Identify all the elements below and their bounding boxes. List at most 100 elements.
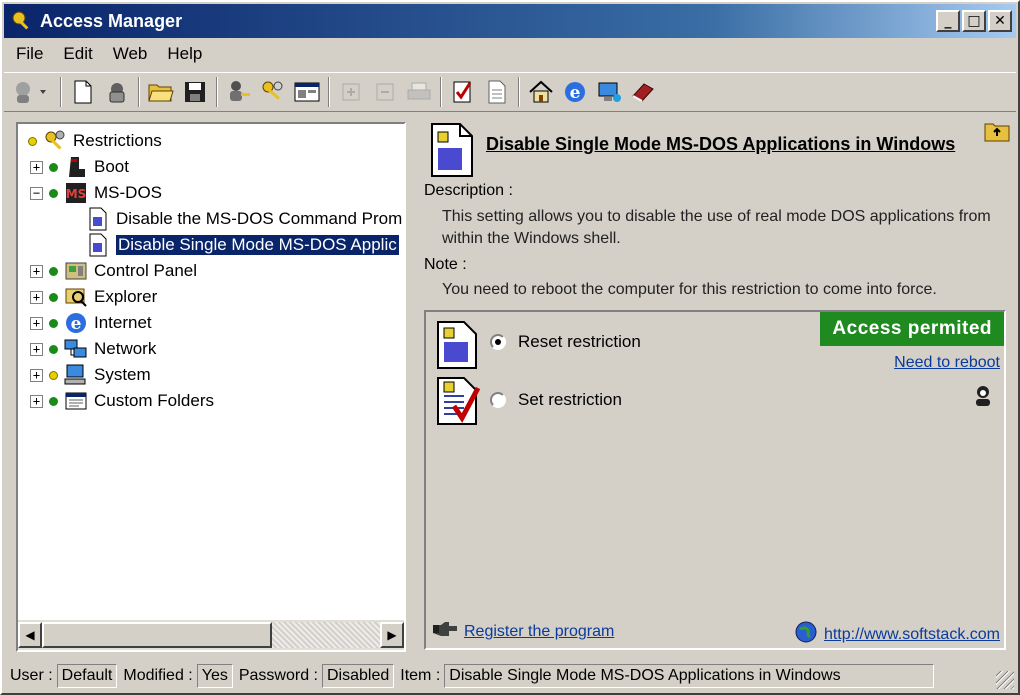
status-modified-label: Modified : bbox=[123, 667, 193, 684]
internet-explorer-icon[interactable]: e bbox=[560, 77, 590, 107]
folder-up-icon[interactable] bbox=[984, 120, 1010, 147]
tree-item-internet[interactable]: + e Internet bbox=[30, 310, 152, 336]
menu-bar: File Edit Web Help bbox=[6, 40, 212, 68]
set-restriction-label: Set restriction bbox=[518, 390, 622, 409]
set-checklist-icon bbox=[436, 376, 482, 433]
tree-item-disable-command-prompt[interactable]: Disable the MS-DOS Command Prom bbox=[86, 206, 402, 232]
pointing-hand-icon bbox=[432, 620, 458, 643]
tree-item-label-selected: Disable Single Mode MS-DOS Applic bbox=[116, 235, 399, 255]
expand-toggle[interactable]: + bbox=[30, 264, 43, 278]
control-panel-icon bbox=[64, 259, 88, 283]
tree-root-label: Restrictions bbox=[73, 131, 162, 150]
window-list-icon[interactable] bbox=[292, 77, 322, 107]
tree-item-label: Custom Folders bbox=[94, 391, 214, 410]
detail-panel: Disable Single Mode MS-DOS Applications … bbox=[416, 114, 1016, 654]
msdos-icon: MS bbox=[64, 181, 88, 205]
system-icon bbox=[64, 363, 88, 387]
scroll-thumb[interactable] bbox=[42, 622, 272, 648]
tree-item-label: MS-DOS bbox=[94, 183, 162, 202]
properties-icon[interactable] bbox=[482, 77, 512, 107]
network-icon bbox=[64, 337, 88, 361]
tree-item-disable-single-mode[interactable]: Disable Single Mode MS-DOS Applic bbox=[86, 232, 399, 258]
set-restriction-radio[interactable] bbox=[490, 392, 506, 408]
status-user-label: User : bbox=[10, 667, 53, 684]
explorer-icon bbox=[64, 285, 88, 309]
status-modified-value: Yes bbox=[196, 664, 233, 688]
lock-icon[interactable] bbox=[102, 77, 132, 107]
restrictions-tree[interactable]: Restrictions + Boot − MS MS-DOS Disable … bbox=[16, 122, 406, 652]
window-title: Access Manager bbox=[40, 10, 183, 31]
add-item-icon[interactable] bbox=[336, 77, 366, 107]
expand-toggle[interactable]: + bbox=[30, 342, 43, 356]
tree-item-system[interactable]: + System bbox=[30, 362, 151, 388]
remove-item-icon[interactable] bbox=[370, 77, 400, 107]
svg-text:e: e bbox=[570, 83, 581, 103]
description-label: Description : bbox=[424, 182, 513, 199]
maximize-button[interactable]: □ bbox=[962, 10, 986, 32]
user-key-icon[interactable] bbox=[224, 77, 254, 107]
home-icon[interactable] bbox=[526, 77, 556, 107]
status-password-value: Disabled bbox=[322, 664, 395, 688]
checklist-icon[interactable] bbox=[448, 77, 478, 107]
window-controls: _ □ ✕ bbox=[936, 10, 1012, 32]
toolbar-separator bbox=[440, 77, 442, 107]
expand-toggle[interactable]: + bbox=[30, 160, 43, 174]
resize-grip[interactable] bbox=[996, 671, 1014, 689]
restriction-document-icon bbox=[430, 122, 474, 183]
expand-toggle[interactable]: + bbox=[30, 316, 43, 330]
scroll-right-button[interactable]: ▶ bbox=[380, 622, 404, 648]
set-restriction-option[interactable]: Set restriction bbox=[490, 390, 622, 410]
app-window: Access Manager _ □ ✕ File Edit Web Help bbox=[0, 0, 1020, 695]
menu-file[interactable]: File bbox=[6, 44, 53, 64]
menu-help[interactable]: Help bbox=[157, 44, 212, 64]
scroll-left-button[interactable]: ◀ bbox=[18, 622, 42, 648]
reset-restriction-radio[interactable] bbox=[490, 334, 506, 350]
toolbar-separator bbox=[518, 77, 520, 107]
expand-toggle[interactable]: + bbox=[30, 368, 43, 382]
note-text: You need to reboot the computer for this… bbox=[442, 281, 937, 298]
minimize-button[interactable]: _ bbox=[936, 10, 960, 32]
tree-item-label: System bbox=[94, 365, 151, 384]
website-link[interactable]: http://www.softstack.com bbox=[824, 626, 1000, 644]
menu-web[interactable]: Web bbox=[103, 44, 158, 64]
need-to-reboot-link[interactable]: Need to reboot bbox=[894, 354, 1000, 372]
globe-icon bbox=[794, 620, 818, 649]
network-computer-icon[interactable] bbox=[594, 77, 624, 107]
open-folder-icon[interactable] bbox=[146, 77, 176, 107]
user-dropdown-button[interactable] bbox=[10, 77, 54, 107]
reset-document-icon bbox=[436, 320, 478, 375]
document-icon bbox=[86, 207, 110, 231]
access-status-badge: Access permited bbox=[820, 312, 1004, 346]
expand-toggle[interactable]: + bbox=[30, 394, 43, 408]
reset-restriction-option[interactable]: Reset restriction bbox=[490, 332, 641, 352]
register-program-link[interactable]: Register the program bbox=[464, 623, 614, 641]
scroll-track[interactable] bbox=[272, 622, 380, 648]
restriction-title: Disable Single Mode MS-DOS Applications … bbox=[486, 134, 956, 154]
keys-icon[interactable] bbox=[258, 77, 288, 107]
new-document-icon[interactable] bbox=[68, 77, 98, 107]
close-button[interactable]: ✕ bbox=[988, 10, 1012, 32]
status-bar: User : Default Modified : Yes Password :… bbox=[4, 661, 1016, 691]
tree-viewport: Restrictions + Boot − MS MS-DOS Disable … bbox=[18, 124, 404, 620]
svg-text:MS: MS bbox=[66, 187, 87, 201]
menu-edit[interactable]: Edit bbox=[53, 44, 102, 64]
save-icon[interactable] bbox=[180, 77, 210, 107]
tree-item-network[interactable]: + Network bbox=[30, 336, 156, 362]
title-bar[interactable]: Access Manager _ □ ✕ bbox=[4, 4, 1016, 38]
user-icon[interactable] bbox=[972, 384, 994, 413]
print-icon[interactable] bbox=[404, 77, 434, 107]
tree-item-boot[interactable]: + Boot bbox=[30, 154, 129, 180]
tree-item-control-panel[interactable]: + Control Panel bbox=[30, 258, 197, 284]
collapse-toggle[interactable]: − bbox=[30, 186, 43, 200]
help-book-icon[interactable] bbox=[628, 77, 658, 107]
tree-item-explorer[interactable]: + Explorer bbox=[30, 284, 157, 310]
tree-horizontal-scrollbar[interactable]: ◀ ▶ bbox=[18, 620, 404, 650]
tree-item-label: Internet bbox=[94, 313, 152, 332]
status-dot bbox=[49, 370, 58, 380]
tree-item-msdos[interactable]: − MS MS-DOS bbox=[30, 180, 162, 206]
tree-root[interactable]: Restrictions bbox=[24, 128, 162, 154]
tree-item-custom-folders[interactable]: + Custom Folders bbox=[30, 388, 214, 414]
status-dot bbox=[49, 344, 58, 354]
expand-toggle[interactable]: + bbox=[30, 290, 43, 304]
note-label: Note : bbox=[424, 256, 467, 273]
